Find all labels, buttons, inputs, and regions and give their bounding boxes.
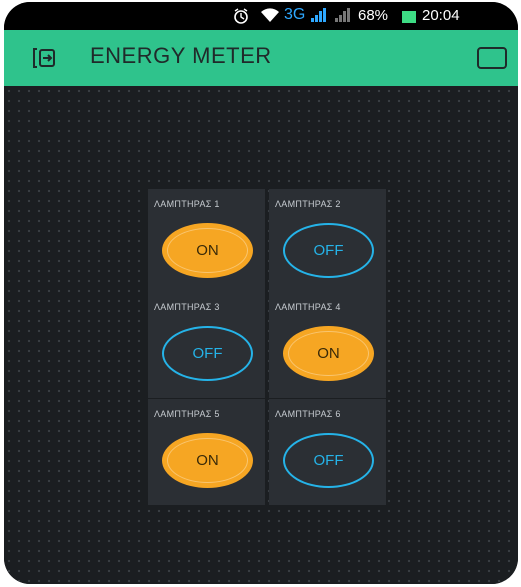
- battery-level: 68%: [358, 7, 389, 24]
- switch-state-2: OFF: [313, 242, 344, 259]
- switch-label-1: ΛΑΜΠΤΗΡΑΣ 1: [154, 199, 220, 209]
- switch-button-5[interactable]: ON: [162, 433, 253, 488]
- switch-state-3: OFF: [192, 345, 223, 362]
- switch-label-5: ΛΑΜΠΤΗΡΑΣ 5: [154, 409, 220, 419]
- switch-tile-5: ΛΑΜΠΤΗΡΑΣ 5 ON: [148, 399, 265, 505]
- switch-label-4: ΛΑΜΠΤΗΡΑΣ 4: [275, 302, 341, 312]
- clock: 20:04: [422, 7, 460, 24]
- switch-label-2: ΛΑΜΠΤΗΡΑΣ 2: [275, 199, 341, 209]
- exit-icon[interactable]: [32, 46, 58, 75]
- alarm-icon: [232, 7, 250, 29]
- network-type: 3G: [284, 6, 306, 23]
- switch-button-3[interactable]: OFF: [162, 326, 253, 381]
- dashboard-canvas: ΛΑΜΠΤΗΡΑΣ 1 ON ΛΑΜΠΤΗΡΑΣ 2 OFF ΛΑΜΠΤΗΡΑΣ…: [4, 86, 518, 584]
- wifi-icon: [260, 7, 280, 27]
- button-ring: [167, 228, 248, 273]
- button-ring: [167, 438, 248, 483]
- switch-label-6: ΛΑΜΠΤΗΡΑΣ 6: [275, 409, 341, 419]
- window-icon[interactable]: [477, 47, 507, 74]
- signal-icon-sim1: [310, 7, 326, 27]
- page-title: ENERGY METER: [90, 43, 272, 68]
- switch-tile-1: ΛΑΜΠΤΗΡΑΣ 1 ON: [148, 189, 265, 295]
- switch-tile-3: ΛΑΜΠΤΗΡΑΣ 3 OFF: [148, 292, 265, 398]
- button-ring: [288, 331, 369, 376]
- switch-button-6[interactable]: OFF: [283, 433, 374, 488]
- phone-screen: 3G 68% 20:04 ENERGY METER ΛΑΜΠΤΗΡΑΣ 1 ON…: [4, 2, 518, 584]
- signal-icon-sim2: [334, 7, 350, 27]
- switch-tile-2: ΛΑΜΠΤΗΡΑΣ 2 OFF: [269, 189, 386, 295]
- switch-tile-6: ΛΑΜΠΤΗΡΑΣ 6 OFF: [269, 399, 386, 505]
- status-bar: 3G 68% 20:04: [4, 2, 518, 30]
- switch-tile-4: ΛΑΜΠΤΗΡΑΣ 4 ON: [269, 292, 386, 398]
- switch-button-1[interactable]: ON: [162, 223, 253, 278]
- switch-button-2[interactable]: OFF: [283, 223, 374, 278]
- app-bar: ENERGY METER: [4, 30, 518, 86]
- switch-label-3: ΛΑΜΠΤΗΡΑΣ 3: [154, 302, 220, 312]
- switch-state-6: OFF: [313, 452, 344, 469]
- battery-icon: [402, 10, 416, 27]
- switch-button-4[interactable]: ON: [283, 326, 374, 381]
